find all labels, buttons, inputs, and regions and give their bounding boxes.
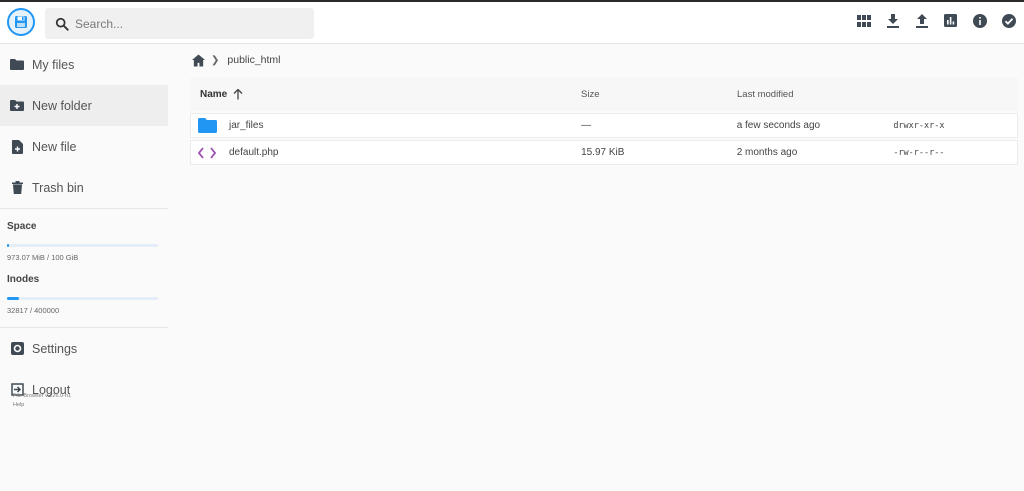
file-modified: 2 months ago [736,147,798,158]
grid-view-button[interactable] [856,13,871,28]
sidebar-item-new-folder[interactable]: New folder [0,85,168,126]
table-row[interactable]: default.php 15.97 KiB 2 months ago -rw-r… [190,140,1018,165]
app-logo[interactable] [7,8,35,36]
version-text: File Browser v2.26.0-h1 [13,393,72,399]
space-progress-fill [7,244,9,247]
file-name: jar_files [229,120,264,131]
info-button[interactable] [972,13,987,28]
sidebar-item-my-files[interactable]: My files [0,44,168,85]
info-icon [972,13,987,28]
space-usage: Space 973.07 MiB / 100 GiB Inodes 32817 … [0,209,168,315]
inodes-usage-text: 32817 / 400000 [7,306,60,315]
file-size: 15.97 KiB [581,147,625,158]
settings-icon [10,342,24,356]
check-circle-icon [1001,13,1016,28]
file-permissions: drwxr-xr-x [893,120,945,131]
folder-icon [198,118,220,134]
file-listing: ❯ public_html Name Size Last modified ja… [190,44,1018,165]
sort-by-name[interactable]: Name [190,88,581,100]
sidebar-item-label: New folder [32,98,92,113]
floppy-logo-icon [15,16,27,28]
sidebar-item-label: Trash bin [32,180,84,195]
search-box[interactable] [45,8,314,39]
search-icon [55,17,69,31]
breadcrumb-current[interactable]: public_html [227,54,280,66]
sidebar-item-settings[interactable]: Settings [0,328,168,369]
top-bar [0,2,1024,44]
file-modified: a few seconds ago [736,120,821,131]
toolbar [856,13,1016,28]
inodes-progress-bar [7,297,158,300]
space-progress-bar [7,244,158,247]
sidebar-item-label: Settings [32,341,78,356]
file-name: default.php [229,147,279,158]
download-button[interactable] [885,13,900,28]
select-button[interactable] [1001,13,1016,28]
space-usage-text: 973.07 MiB / 100 GiB [7,253,79,262]
space-title: Space [7,221,37,232]
code-icon [198,145,220,161]
inodes-title: Inodes [7,274,40,285]
sidebar: My files New folder New file Trash bin S… [0,44,168,491]
upload-button[interactable] [914,13,929,28]
credits: File Browser v2.26.0-h1 Help [13,392,71,410]
table-row[interactable]: jar_files — a few seconds ago drwxr-xr-x [190,113,1018,138]
grid-view-icon [856,14,871,27]
breadcrumb: ❯ public_html [190,44,1018,76]
usage-chart-button[interactable] [943,13,958,28]
table-header: Name Size Last modified [190,77,1018,111]
file-permissions: -rw-r--r-- [893,147,945,158]
trash-icon [10,181,24,195]
sidebar-item-trash-bin[interactable]: Trash bin [0,167,168,208]
file-size: — [581,120,592,131]
sidebar-item-label: My files [32,57,75,72]
column-header-name: Name [200,88,228,100]
help-link[interactable]: Help [13,401,71,410]
home-icon[interactable] [192,53,205,67]
chart-icon [944,14,957,27]
sidebar-item-label: New file [32,139,77,154]
folder-icon [10,58,24,72]
search-input[interactable] [75,16,295,31]
upload-icon [915,13,928,28]
sidebar-item-new-file[interactable]: New file [0,126,168,167]
chevron-right-icon: ❯ [211,54,220,66]
column-header-modified[interactable]: Last modified [737,89,894,100]
download-icon [886,13,899,28]
arrow-up-icon [233,88,243,99]
inodes-progress-fill [7,297,20,300]
column-header-size[interactable]: Size [581,89,737,100]
create-folder-icon [10,99,24,113]
note-add-icon [10,139,24,154]
